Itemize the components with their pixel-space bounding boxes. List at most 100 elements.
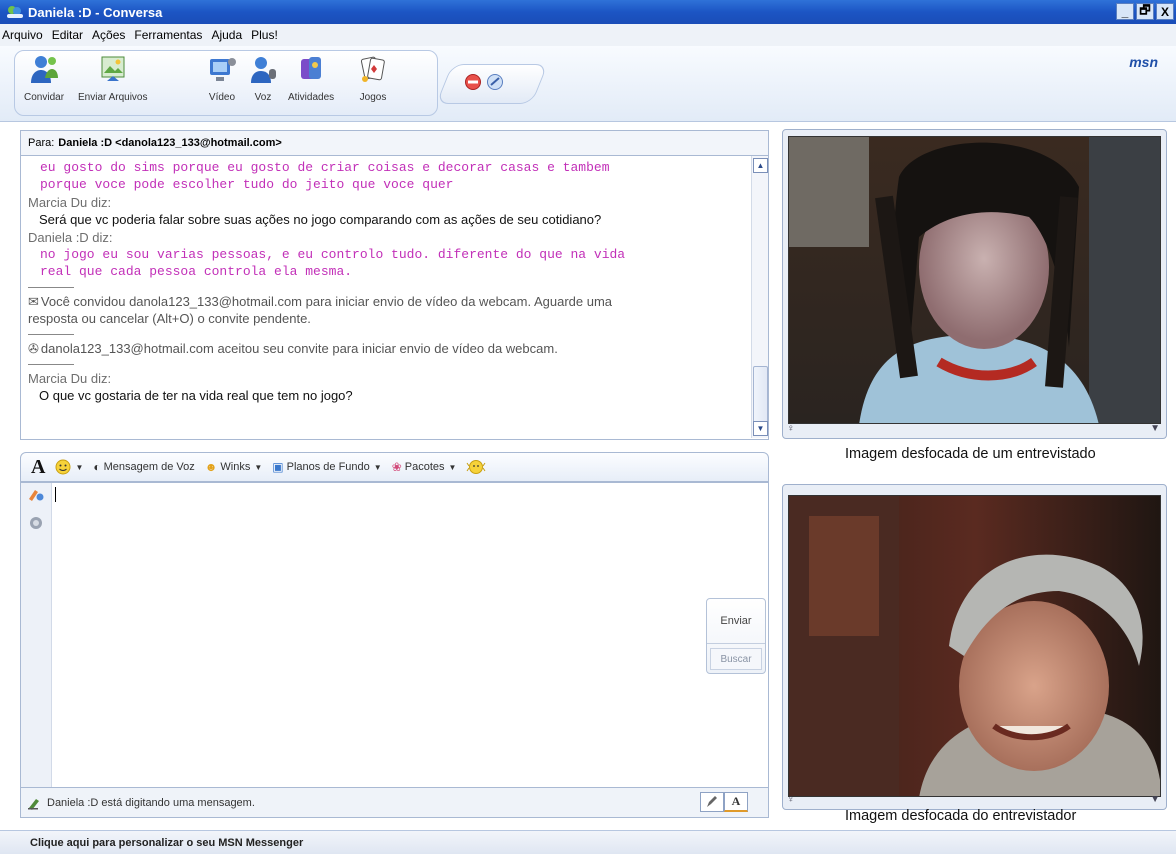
packs-button[interactable]: ❀ Pacotes ▼ [392, 460, 457, 474]
to-contact[interactable]: Daniela :D <danola123_133@hotmail.com> [58, 137, 281, 149]
menu-arquivo[interactable]: Arquivo [2, 28, 43, 42]
system-message: ✇ danola123_133@hotmail.com aceitou seu c… [28, 340, 750, 358]
message-text: O que vc gostaria de ter na vida real qu… [39, 388, 353, 404]
toolbar-extra-icons [464, 73, 504, 91]
typing-status-text: Daniela :D está digitando uma mensagem. [47, 796, 255, 809]
invite-contact-icon [26, 52, 62, 86]
close-button[interactable]: X [1156, 3, 1174, 20]
font-button[interactable]: A [31, 456, 45, 479]
input-side-bar [21, 483, 52, 787]
activities-icon [293, 52, 329, 86]
minimize-button[interactable]: _ [1116, 3, 1134, 20]
voice-clip-icon: ◐ [93, 460, 101, 474]
scroll-thumb[interactable] [753, 366, 768, 428]
chevron-down-icon[interactable]: ▼ [1150, 423, 1160, 434]
send-box: Enviar Buscar [706, 598, 766, 674]
title-bar: Daniela :D - Conversa _ 🗗 X [0, 0, 1176, 24]
invite-label: Convidar [24, 92, 65, 103]
recipient-bar: Para: Daniela :D <danola123_133@hotmail.… [20, 130, 769, 156]
window-title: Daniela :D - Conversa [28, 4, 163, 20]
activities-label: Atividades [288, 92, 335, 103]
envelope-icon: ✉ [28, 293, 39, 309]
menu-plus[interactable]: Plus! [251, 28, 278, 42]
nudge-button[interactable] [466, 459, 486, 475]
emoticon-button[interactable]: ▼ [55, 459, 83, 475]
handwriting-icon[interactable] [27, 487, 45, 503]
menu-ferramentas[interactable]: Ferramentas [134, 28, 202, 42]
voice-icon [245, 52, 281, 86]
input-toolbar: A ▼ ◐ Mensagem de Voz ☻ Winks ▼ ▣ Planos… [20, 452, 769, 482]
video-self-panel: ♀ ▼ [782, 484, 1167, 810]
chevron-down-icon: ▼ [75, 462, 84, 472]
backgrounds-button[interactable]: ▣ Planos de Fundo ▼ [272, 460, 381, 474]
send-files-label: Enviar Arquivos [78, 92, 148, 103]
message-text: eu gosto do sims porque eu gosto de cria… [40, 160, 610, 175]
video-controls: ♀ ▼ [787, 791, 1160, 807]
menu-ajuda[interactable]: Ajuda [211, 28, 242, 42]
input-mode-tabs: A [700, 792, 748, 812]
nudge-icon [467, 460, 486, 474]
scroll-down-icon[interactable]: ▼ [753, 421, 768, 436]
video-label: Vídeo [208, 92, 236, 103]
conversation-history: eu gosto do sims porque eu gosto de cria… [20, 156, 769, 440]
video-caption-top: Imagem desfocada de um entrevistado [845, 446, 1096, 462]
emoticon-side-icon[interactable] [28, 515, 44, 531]
customize-bar[interactable]: Clique aqui para personalizar o seu MSN … [0, 830, 1176, 854]
message-text: porque voce pode escolher tudo do jeito … [40, 176, 454, 192]
main-toolbar: Convidar Enviar Arquivos Vídeo Voz Ativi… [0, 46, 1176, 122]
video-controls: ♀ ▼ [787, 420, 1160, 436]
chevron-down-icon: ▼ [373, 462, 382, 472]
typing-status-bar: Daniela :D está digitando uma mensagem. … [20, 788, 769, 818]
winks-label: Winks [220, 461, 251, 473]
video-button[interactable]: Vídeo [204, 52, 240, 103]
menu-editar[interactable]: Editar [52, 28, 83, 42]
voice-clip-label: Mensagem de Voz [103, 461, 195, 473]
voice-label: Voz [254, 92, 272, 103]
chevron-down-icon[interactable]: ▼ [1150, 794, 1160, 805]
send-files-button[interactable]: Enviar Arquivos [78, 52, 147, 103]
message-text: real que cada pessoa controla ela mesma. [40, 263, 353, 279]
send-files-icon [95, 52, 131, 86]
video-caption-bottom: Imagem desfocada do entrevistador [845, 808, 1077, 824]
winks-icon: ☻ [204, 460, 218, 474]
webcam-accept-icon: ✇ [28, 340, 39, 356]
smiley-icon [55, 459, 71, 475]
typing-icon [28, 798, 39, 810]
invite-button[interactable]: Convidar [24, 52, 64, 103]
system-message-text: danola123_133@hotmail.com aceitou seu co… [40, 340, 558, 356]
separator [28, 333, 74, 335]
video-options-icon[interactable]: ♀ [787, 423, 795, 434]
send-button[interactable]: Enviar [707, 599, 765, 644]
activities-button[interactable]: Atividades [288, 52, 334, 103]
games-icon [355, 52, 391, 86]
history-scrollbar[interactable]: ▲ ▼ [751, 156, 768, 438]
scroll-up-icon[interactable]: ▲ [753, 158, 768, 173]
games-button[interactable]: Jogos [355, 52, 391, 103]
block-icon[interactable] [464, 73, 482, 91]
to-label: Para: [28, 137, 55, 149]
message-input-area[interactable]: Enviar Buscar [20, 482, 769, 788]
video-options-icon[interactable]: ♀ [787, 794, 795, 805]
menu-acoes[interactable]: Ações [92, 28, 125, 42]
system-message: ✉ Você convidou danola123_133@hotmail.com… [28, 293, 750, 311]
handwriting-mode-tab[interactable] [700, 792, 724, 812]
chevron-down-icon: ▼ [448, 462, 457, 472]
winks-button[interactable]: ☻ Winks ▼ [205, 460, 263, 474]
packs-label: Pacotes [404, 461, 445, 473]
self-webcam-image [788, 495, 1161, 797]
separator [28, 363, 74, 365]
maximize-button[interactable]: 🗗 [1136, 3, 1154, 20]
voice-button[interactable]: Voz [245, 52, 281, 103]
games-label: Jogos [359, 92, 387, 103]
chevron-down-icon: ▼ [254, 462, 263, 472]
video-contact-panel: ♀ ▼ [782, 129, 1167, 439]
text-mode-tab[interactable]: A [724, 792, 748, 812]
message-text: no jogo eu sou varias pessoas, e eu cont… [40, 246, 626, 262]
message-speaker: Marcia Du diz: [28, 370, 112, 386]
packs-icon: ❀ [391, 460, 402, 474]
system-message-text: resposta ou cancelar (Alt+O) o convite p… [28, 311, 311, 327]
voice-clip-button[interactable]: ◐ Mensagem de Voz [93, 460, 194, 474]
search-button[interactable]: Buscar [710, 648, 762, 670]
message-text: Será que vc poderia falar sobre suas açõ… [39, 212, 602, 228]
display-picture-icon[interactable] [486, 73, 504, 91]
